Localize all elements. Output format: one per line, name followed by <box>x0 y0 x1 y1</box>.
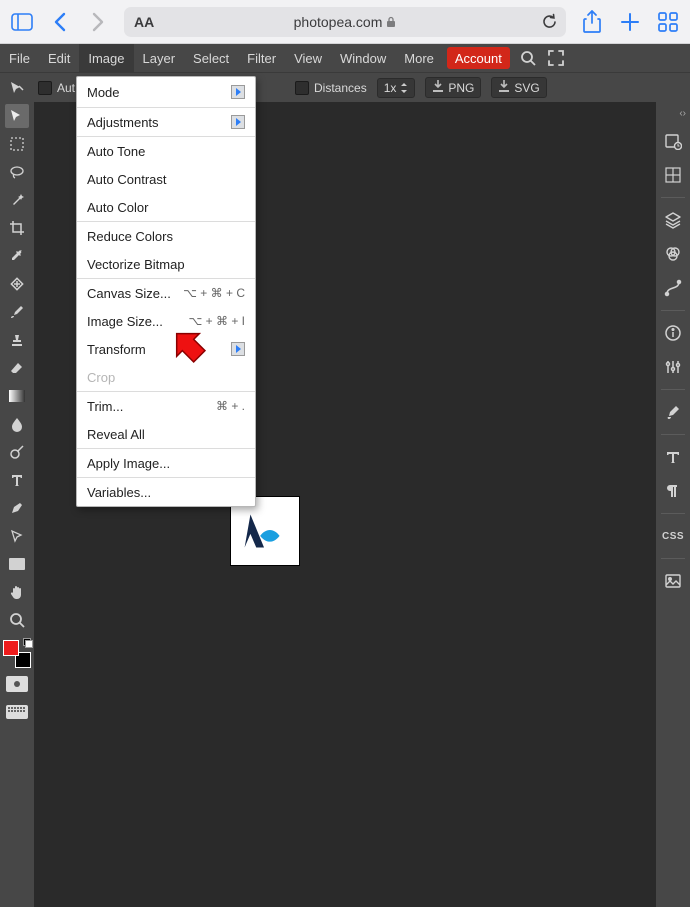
paths-panel-icon[interactable] <box>661 276 685 300</box>
hand-tool[interactable] <box>5 580 29 604</box>
menu-vectorize-bitmap[interactable]: Vectorize Bitmap <box>77 250 255 278</box>
dodge-tool[interactable] <box>5 440 29 464</box>
menu-image-size[interactable]: Image Size...⌥ + ⌘ + I <box>77 307 255 335</box>
distances-label: Distances <box>314 81 367 95</box>
forward-button <box>86 10 110 34</box>
layers-panel-icon[interactable] <box>661 208 685 232</box>
zoom-tool[interactable] <box>5 608 29 632</box>
blur-tool[interactable] <box>5 412 29 436</box>
right-panel-strip: ‹› CSS <box>656 102 690 907</box>
lasso-tool[interactable] <box>5 160 29 184</box>
back-button[interactable] <box>48 10 72 34</box>
search-icon[interactable] <box>514 44 542 72</box>
history-panel-icon[interactable] <box>661 129 685 153</box>
reader-aa-button[interactable]: AA <box>134 14 154 30</box>
submenu-arrow-icon <box>231 85 245 99</box>
distances-checkbox[interactable]: Distances <box>295 81 367 95</box>
menu-auto-contrast[interactable]: Auto Contrast <box>77 165 255 193</box>
css-panel-icon[interactable]: CSS <box>661 524 685 548</box>
shape-tool[interactable] <box>5 552 29 576</box>
menu-adjustments[interactable]: Adjustments <box>77 108 255 136</box>
image-menu-dropdown: Mode Adjustments Auto Tone Auto Contrast… <box>76 76 256 507</box>
foreground-color[interactable] <box>3 640 19 656</box>
app-menubar: File Edit Image Layer Select Filter View… <box>0 44 690 72</box>
menu-filter[interactable]: Filter <box>238 44 285 72</box>
menu-apply-image[interactable]: Apply Image... <box>77 449 255 477</box>
export-png-button[interactable]: PNG <box>425 77 481 98</box>
stamp-tool[interactable] <box>5 328 29 352</box>
eraser-tool[interactable] <box>5 356 29 380</box>
active-tool-icon <box>6 80 28 96</box>
export-svg-button[interactable]: SVG <box>491 77 546 98</box>
address-bar[interactable]: AA photopea.com <box>124 7 566 37</box>
shortcut-label: ⌥ + ⌘ + C <box>183 286 245 300</box>
menu-canvas-size[interactable]: Canvas Size...⌥ + ⌘ + C <box>77 279 255 307</box>
default-colors-icon[interactable] <box>23 638 33 648</box>
type-tool[interactable] <box>5 468 29 492</box>
code-icon[interactable]: ‹› <box>679 108 686 119</box>
menu-trim[interactable]: Trim...⌘ + . <box>77 392 255 420</box>
menu-transform[interactable]: Transform <box>77 335 255 363</box>
menu-variables[interactable]: Variables... <box>77 478 255 506</box>
move-tool[interactable] <box>5 104 29 128</box>
menu-reveal-all[interactable]: Reveal All <box>77 420 255 448</box>
menu-more[interactable]: More <box>395 44 443 72</box>
browser-toolbar: AA photopea.com <box>0 0 690 44</box>
swatches-panel-icon[interactable] <box>661 163 685 187</box>
sidebar-toggle-icon[interactable] <box>10 10 34 34</box>
wand-tool[interactable] <box>5 188 29 212</box>
address-domain: photopea.com <box>294 14 397 30</box>
quickmask-icon[interactable] <box>5 672 29 696</box>
menu-auto-color[interactable]: Auto Color <box>77 193 255 221</box>
eyedropper-tool[interactable] <box>5 244 29 268</box>
gradient-tool[interactable] <box>5 384 29 408</box>
new-tab-button[interactable] <box>618 10 642 34</box>
submenu-arrow-icon <box>231 342 245 356</box>
reload-button[interactable] <box>541 13 558 30</box>
pen-tool[interactable] <box>5 496 29 520</box>
channels-panel-icon[interactable] <box>661 242 685 266</box>
submenu-arrow-icon <box>231 115 245 129</box>
shortcut-label: ⌥ + ⌘ + I <box>188 314 245 328</box>
menu-reduce-colors[interactable]: Reduce Colors <box>77 222 255 250</box>
path-select-tool[interactable] <box>5 524 29 548</box>
shortcut-label: ⌘ + . <box>216 399 245 413</box>
auto-select-label: Aut <box>57 81 75 95</box>
character-panel-icon[interactable] <box>661 445 685 469</box>
fullscreen-icon[interactable] <box>542 44 570 72</box>
menu-auto-tone[interactable]: Auto Tone <box>77 137 255 165</box>
menu-view[interactable]: View <box>285 44 331 72</box>
menu-file[interactable]: File <box>0 44 39 72</box>
keyboard-icon[interactable] <box>5 700 29 724</box>
menu-edit[interactable]: Edit <box>39 44 79 72</box>
menu-window[interactable]: Window <box>331 44 395 72</box>
brush-panel-icon[interactable] <box>661 400 685 424</box>
adjust-panel-icon[interactable] <box>661 355 685 379</box>
share-button[interactable] <box>580 10 604 34</box>
menu-account[interactable]: Account <box>447 47 510 69</box>
tool-palette: New P <box>0 102 34 907</box>
auto-select-checkbox[interactable]: Aut <box>38 81 75 95</box>
menu-image[interactable]: Image <box>79 44 133 72</box>
color-swatches[interactable] <box>3 640 31 668</box>
zoom-select[interactable]: 1x <box>377 78 416 98</box>
paragraph-panel-icon[interactable] <box>661 479 685 503</box>
image-panel-icon[interactable] <box>661 569 685 593</box>
menu-layer[interactable]: Layer <box>134 44 185 72</box>
tabs-button[interactable] <box>656 10 680 34</box>
heal-tool[interactable] <box>5 272 29 296</box>
brush-tool[interactable] <box>5 300 29 324</box>
menu-crop: Crop <box>77 363 255 391</box>
menu-mode[interactable]: Mode <box>77 77 255 107</box>
info-panel-icon[interactable] <box>661 321 685 345</box>
marquee-tool[interactable] <box>5 132 29 156</box>
crop-tool[interactable] <box>5 216 29 240</box>
menu-select[interactable]: Select <box>184 44 238 72</box>
